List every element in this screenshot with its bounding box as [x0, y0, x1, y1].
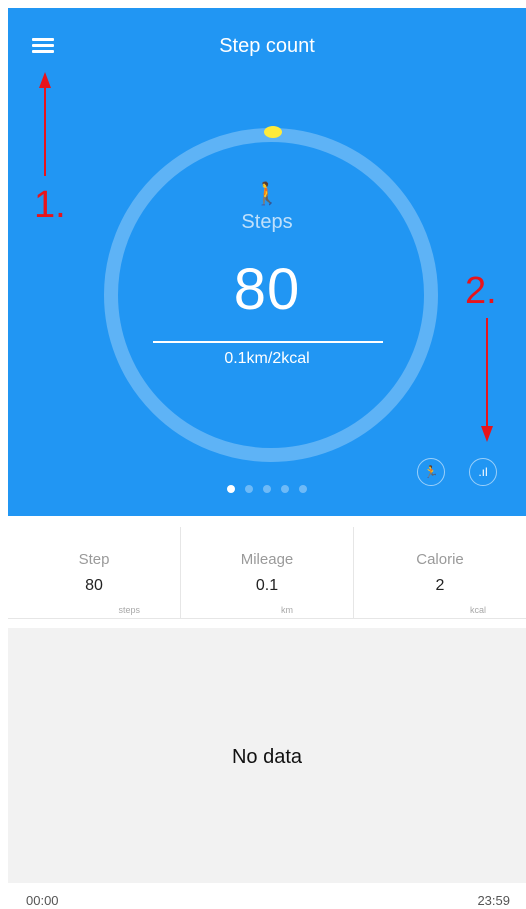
step-count-hero: Step count 🚶 Steps 80 0.1km/2kcal 🏃 .ıl …: [8, 8, 526, 516]
distance-calorie-summary: 0.1km/2kcal: [224, 350, 310, 367]
bar-chart-icon: .ıl: [478, 465, 488, 479]
annotation-arrow-1: [39, 72, 51, 176]
stat-value: 0.1: [255, 577, 279, 594]
page-title: Step count: [219, 35, 315, 57]
time-axis-start: 00:00: [26, 893, 59, 908]
stat-unit: km: [281, 605, 293, 615]
step-chart-panel: No data: [8, 628, 526, 883]
annotation-label-2: 2.: [465, 270, 497, 312]
stat-unit: steps: [118, 605, 140, 615]
page-indicator: [8, 485, 526, 493]
stat-step: Step 80 steps: [8, 527, 180, 618]
no-data-message: No data: [231, 746, 303, 768]
annotation-arrow-2: [481, 318, 493, 442]
steps-label: Steps: [241, 211, 293, 233]
page-dot-4[interactable]: [281, 485, 289, 493]
page-dot-5[interactable]: [299, 485, 307, 493]
stat-label: Step: [78, 551, 110, 568]
stat-value: 80: [85, 577, 103, 594]
page-dot-3[interactable]: [263, 485, 271, 493]
annotation-label-1: 1.: [34, 184, 66, 226]
walking-person-icon: 🚶: [253, 181, 281, 206]
stat-calorie: Calorie 2 kcal: [353, 527, 526, 618]
steps-value: 80: [233, 257, 301, 322]
page-dot-1[interactable]: [227, 485, 235, 493]
stat-unit: kcal: [469, 605, 486, 615]
stat-label: Mileage: [240, 551, 294, 568]
running-icon: 🏃: [423, 465, 439, 479]
ring-progress-marker: [264, 126, 282, 138]
running-mode-button[interactable]: 🏃: [417, 458, 445, 486]
time-axis-end: 23:59: [477, 893, 510, 908]
stat-label: Calorie: [416, 551, 464, 568]
page-dot-2[interactable]: [245, 485, 253, 493]
divider: [153, 341, 383, 343]
stat-value: 2: [435, 577, 445, 594]
stat-mileage: Mileage 0.1 km: [180, 527, 353, 618]
statistics-button[interactable]: .ıl: [469, 458, 497, 486]
stats-row: Step 80 steps Mileage 0.1 km Calorie 2 k…: [8, 527, 526, 619]
